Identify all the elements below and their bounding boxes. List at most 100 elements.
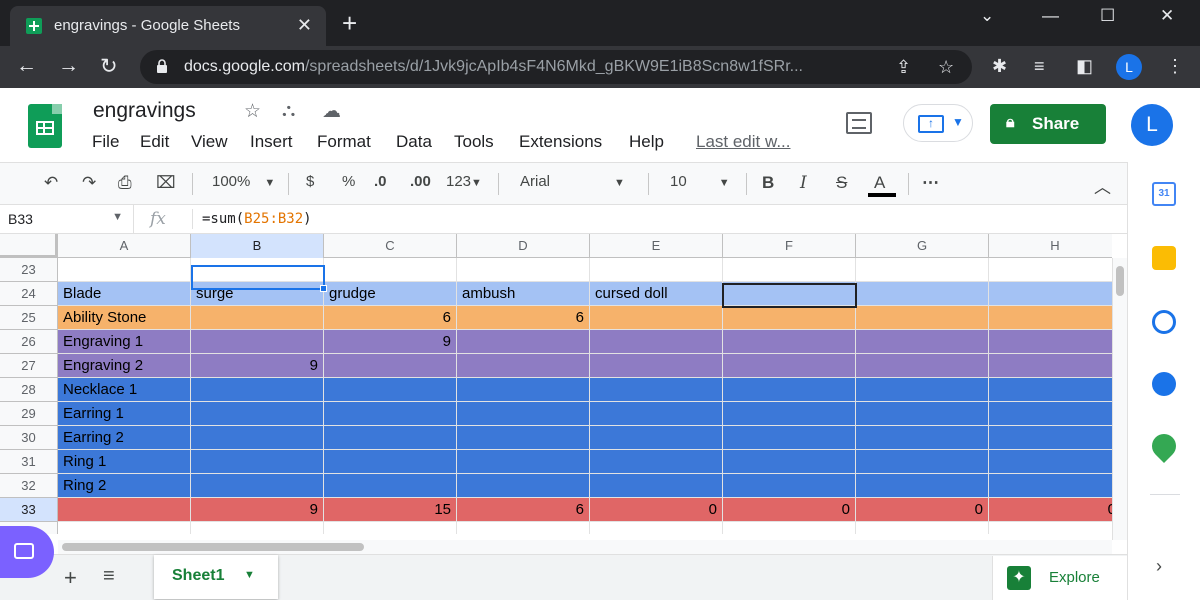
zoom-select[interactable]: 100% ▼ [212,173,275,190]
cell-a26[interactable]: Engraving 1 [58,330,191,354]
cell-h34[interactable] [989,522,1112,534]
menu-view[interactable]: View [191,132,228,152]
sheets-logo-icon[interactable] [28,104,62,148]
formula-input[interactable]: =sum(B25:B32) [202,211,312,227]
cell-g34[interactable] [856,522,989,534]
column-header-h[interactable]: H [989,234,1112,258]
cell-g30[interactable] [856,426,989,450]
cell-c31[interactable] [324,450,457,474]
column-header-c[interactable]: C [324,234,457,258]
cell-g32[interactable] [856,474,989,498]
cell-a31[interactable]: Ring 1 [58,450,191,474]
print-icon[interactable]: ⎙ [118,173,132,193]
cell-h26[interactable] [989,330,1112,354]
contacts-icon[interactable] [1152,372,1176,396]
account-avatar[interactable]: L [1131,104,1173,146]
cell-e24[interactable]: cursed doll [590,282,723,306]
increase-decimal-button[interactable]: .00 [410,173,431,190]
address-bar[interactable]: docs.google.com/spreadsheets/d/1Jvk9jcAp… [140,50,972,84]
cell-f26[interactable] [723,330,856,354]
menu-extensions[interactable]: Extensions [519,132,602,152]
cell-g24[interactable] [856,282,989,306]
cell-g33[interactable]: 0 [856,498,989,522]
cell-h29[interactable] [989,402,1112,426]
cell-d30[interactable] [457,426,590,450]
strikethrough-button[interactable]: S [836,173,847,193]
cell-c28[interactable] [324,378,457,402]
new-tab-button[interactable]: + [342,8,357,39]
menu-help[interactable]: Help [629,132,664,152]
cell-a24[interactable]: Blade [58,282,191,306]
meet-video-icon[interactable] [0,526,54,578]
back-icon[interactable]: ← [16,54,37,78]
cell-b31[interactable] [191,450,324,474]
cell-e28[interactable] [590,378,723,402]
cell-a32[interactable]: Ring 2 [58,474,191,498]
reload-icon[interactable]: ↻ [100,54,118,79]
cell-c23[interactable] [324,258,457,282]
horizontal-scrollbar[interactable] [58,540,1112,554]
cell-h32[interactable] [989,474,1112,498]
comments-icon[interactable] [846,112,872,134]
cell-h25[interactable] [989,306,1112,330]
text-color-button[interactable]: A [874,173,885,193]
close-window-icon[interactable]: ✕ [1160,6,1174,26]
present-button[interactable]: ↑ ▼ [903,104,973,142]
vertical-scroll-thumb[interactable] [1116,266,1124,296]
cell-b28[interactable] [191,378,324,402]
cell-c26[interactable]: 9 [324,330,457,354]
font-family-select[interactable]: Arial ▼ [520,173,625,190]
cell-b33[interactable]: 9 [191,498,324,522]
vertical-scrollbar[interactable] [1112,258,1127,540]
document-title[interactable]: engravings [93,99,196,123]
cell-c24[interactable]: grudge [324,282,457,306]
cell-c30[interactable] [324,426,457,450]
collapse-toolbar-icon[interactable]: ︿ [1094,173,1111,198]
cell-g25[interactable] [856,306,989,330]
browser-tab[interactable]: engravings - Google Sheets ✕ [10,6,326,46]
cell-e27[interactable] [590,354,723,378]
cell-a29[interactable]: Earring 1 [58,402,191,426]
cell-d24[interactable]: ambush [457,282,590,306]
column-header-d[interactable]: D [457,234,590,258]
cell-a25[interactable]: Ability Stone [58,306,191,330]
row-header-33[interactable]: 33 [0,498,58,522]
format-currency-button[interactable]: $ [306,173,314,190]
horizontal-scroll-thumb[interactable] [62,543,364,551]
row-header-32[interactable]: 32 [0,474,58,498]
add-sheet-icon[interactable]: + [64,565,77,591]
cell-c27[interactable] [324,354,457,378]
tasks-icon[interactable] [1152,310,1176,334]
paint-format-icon[interactable]: ⌧ [156,173,176,193]
row-header-25[interactable]: 25 [0,306,58,330]
cell-e33[interactable]: 0 [590,498,723,522]
cell-e25[interactable] [590,306,723,330]
cell-e34[interactable] [590,522,723,534]
cell-e32[interactable] [590,474,723,498]
cell-c29[interactable] [324,402,457,426]
bookmark-star-icon[interactable]: ☆ [938,57,954,78]
column-header-g[interactable]: G [856,234,989,258]
last-edit-link[interactable]: Last edit w... [696,132,791,152]
cell-f30[interactable] [723,426,856,450]
cell-a27[interactable]: Engraving 2 [58,354,191,378]
format-percent-button[interactable]: % [342,173,355,190]
redo-icon[interactable]: ↷ [82,173,96,193]
decrease-decimal-button[interactable]: .0 [374,173,387,190]
minimize-window-icon[interactable]: — [1042,6,1059,26]
row-header-31[interactable]: 31 [0,450,58,474]
undo-icon[interactable]: ↶ [44,173,58,193]
cell-h28[interactable] [989,378,1112,402]
keep-icon[interactable] [1152,246,1176,270]
cell-h27[interactable] [989,354,1112,378]
maps-icon[interactable] [1147,429,1181,463]
cell-b32[interactable] [191,474,324,498]
cell-f32[interactable] [723,474,856,498]
cell-g23[interactable] [856,258,989,282]
column-header-b[interactable]: B [191,234,324,258]
menu-data[interactable]: Data [396,132,432,152]
cell-b30[interactable] [191,426,324,450]
cell-f33[interactable]: 0 [723,498,856,522]
share-button[interactable]: 🔒︎ Share [990,104,1106,144]
cell-h24[interactable] [989,282,1112,306]
